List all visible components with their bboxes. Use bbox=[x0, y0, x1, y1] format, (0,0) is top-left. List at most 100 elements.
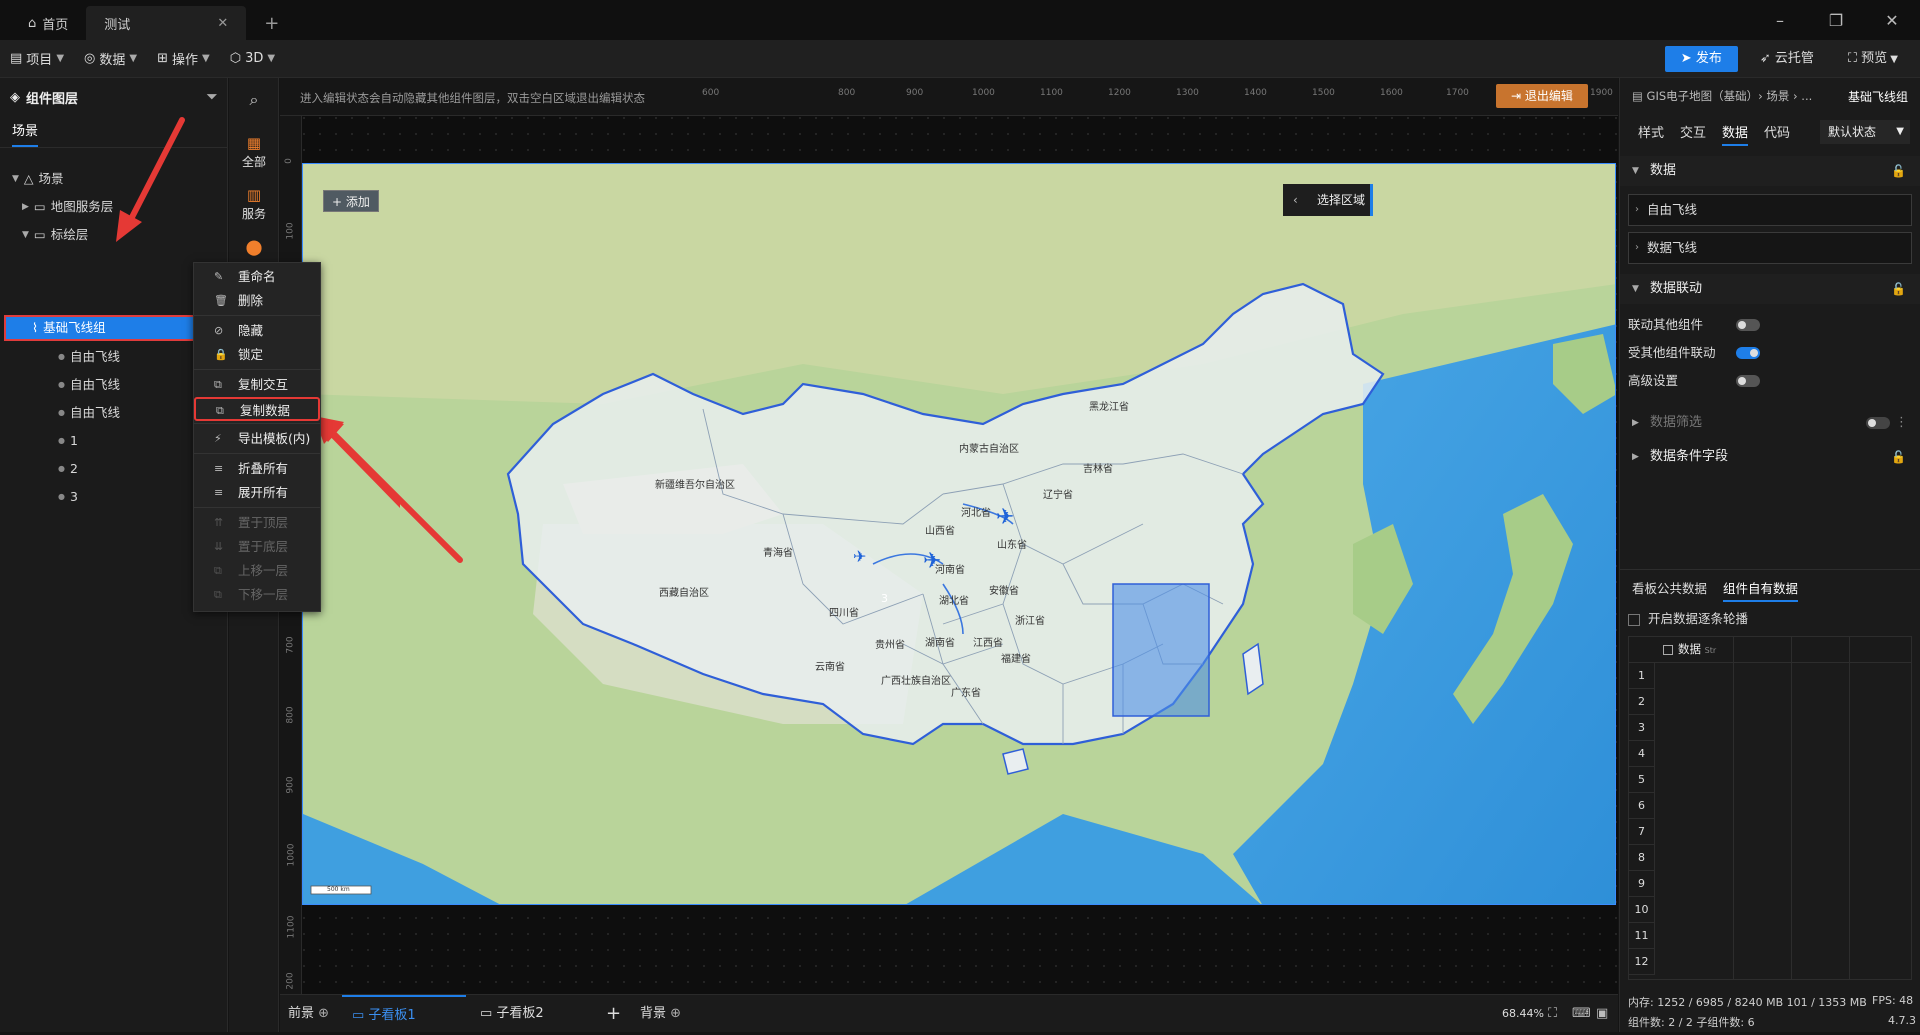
table-row: 10 bbox=[1629, 897, 1655, 923]
menu-item-expand-all[interactable]: ≡ 展开所有 bbox=[194, 481, 320, 505]
table-row: 7 bbox=[1629, 819, 1655, 845]
close-window-icon[interactable]: ✕ bbox=[1864, 11, 1920, 30]
tab-interaction[interactable]: 交互 bbox=[1680, 116, 1706, 146]
property-tabs: 样式 交互 数据 代码 bbox=[1638, 116, 1790, 146]
column-checkbox[interactable] bbox=[1663, 644, 1673, 655]
plane-icon: ✈ bbox=[853, 547, 866, 566]
linked-by-row: 受其他组件联动 bbox=[1628, 340, 1912, 366]
caret-down-icon: ▼ bbox=[1632, 284, 1639, 294]
current-component: 基础飞线组 bbox=[1848, 90, 1909, 104]
state-select[interactable]: 默认状态 ▼ bbox=[1820, 120, 1910, 144]
trash-icon: 🗑 bbox=[214, 294, 228, 307]
table-row: 5 bbox=[1629, 767, 1655, 793]
minimize-icon[interactable]: – bbox=[1752, 11, 1808, 30]
board-tabs-bar: 前景 ⊕ ▭ 子看板1 ▭ 子看板2 + 背景 ⊕ 68.44% ⛶ ⌨ ▣ bbox=[280, 994, 1618, 1032]
province-label: 湖南省 bbox=[925, 638, 955, 649]
list-icon: ≡ bbox=[214, 486, 224, 499]
zoom-level[interactable]: 68.44% bbox=[1502, 995, 1544, 1033]
lock-icon[interactable]: 🔓 bbox=[1891, 156, 1906, 186]
list-icon: ≡ bbox=[214, 462, 224, 475]
advanced-toggle[interactable] bbox=[1736, 375, 1760, 387]
table-row: 12 bbox=[1629, 949, 1655, 975]
menu-item-delete[interactable]: 🗑 删除 bbox=[194, 289, 320, 313]
to-top-icon: ⇈ bbox=[214, 516, 224, 529]
tab-foreground[interactable]: 前景 ⊕ bbox=[288, 995, 329, 1033]
province-label: 山西省 bbox=[925, 526, 955, 537]
menu-item-rename[interactable]: ✎ 重命名 bbox=[194, 265, 320, 289]
menu-item-copy-data[interactable]: ⧉ 复制数据 bbox=[194, 397, 320, 421]
province-label: 河南省 bbox=[935, 565, 965, 576]
carousel-checkbox[interactable] bbox=[1628, 613, 1640, 626]
fullscreen-icon: ⛶ bbox=[1847, 51, 1862, 66]
monitor-icon: ▭ bbox=[352, 1008, 369, 1023]
menu-item-move-down: ⧉ 下移一层 bbox=[194, 583, 320, 607]
lock-icon[interactable]: 🔓 bbox=[1891, 274, 1906, 304]
link-other-toggle[interactable] bbox=[1736, 319, 1760, 331]
advanced-row: 高级设置 bbox=[1628, 368, 1912, 394]
keyboard-icon[interactable]: ⌨ bbox=[1572, 995, 1591, 1033]
chevron-right-icon: › bbox=[1635, 204, 1639, 215]
map-svg: ✈ ✈ ✈ bbox=[303, 164, 1615, 904]
table-row: 3 bbox=[1629, 715, 1655, 741]
more-icon[interactable]: ⋮ bbox=[1895, 408, 1908, 438]
ruler-top: 进入编辑状态会自动隐藏其他组件图层，双击空白区域退出编辑状态 600 800 9… bbox=[280, 78, 1618, 116]
tab-background[interactable]: 背景 ⊕ bbox=[640, 995, 681, 1033]
add-circle-icon[interactable]: ⊕ bbox=[318, 1006, 329, 1021]
move-up-icon: ⧉ bbox=[214, 564, 222, 577]
cloud-button[interactable]: ➶ 云托管 bbox=[1748, 46, 1826, 72]
province-label: 黑龙江省 bbox=[1089, 402, 1129, 413]
lock-icon[interactable]: 🔓 bbox=[1891, 442, 1906, 472]
province-label: 江西省 bbox=[973, 638, 1003, 649]
restore-icon[interactable]: ❐ bbox=[1808, 11, 1864, 30]
tab-sub-board-1[interactable]: ▭ 子看板1 bbox=[342, 995, 466, 1033]
select-area-button[interactable]: ‹ 选择区域 bbox=[1283, 184, 1373, 216]
caret-right-icon: ▶ bbox=[1632, 418, 1639, 428]
fit-screen-icon[interactable]: ⛶ bbox=[1548, 995, 1557, 1033]
tab-code[interactable]: 代码 bbox=[1764, 116, 1790, 146]
menu-item-collapse-all[interactable]: ≡ 折叠所有 bbox=[194, 457, 320, 481]
menu-item-lock[interactable]: 🔒 锁定 bbox=[194, 343, 320, 367]
exit-edit-button[interactable]: ⇥ 退出编辑 bbox=[1496, 84, 1588, 108]
menu-item-export-template[interactable]: ⚡ 导出模板(内) bbox=[194, 427, 320, 451]
tab-sub-board-2[interactable]: ▭ 子看板2 bbox=[480, 995, 544, 1033]
province-label: 贵州省 bbox=[875, 640, 905, 651]
section-data-filter[interactable]: ▶ 数据筛选 ⋮ bbox=[1620, 408, 1920, 438]
province-label: 安徽省 bbox=[989, 586, 1019, 597]
add-circle-icon[interactable]: ⊕ bbox=[670, 1006, 681, 1021]
province-label: 广东省 bbox=[951, 688, 981, 699]
menu-item-bring-to-top: ⇈ 置于顶层 bbox=[194, 511, 320, 535]
gis-map[interactable]: ✈ ✈ ✈ 黑龙江省 内蒙古自治区 吉林省 辽宁省 河北省 山西省 山东省 河南… bbox=[302, 163, 1616, 905]
data-table[interactable]: 数据 Str 1 2 3 4 5 6 7 8 9 10 11 12 bbox=[1628, 636, 1912, 980]
terminal-icon[interactable]: ▣ bbox=[1596, 995, 1608, 1033]
carousel-row: 开启数据逐条轮播 bbox=[1628, 608, 1748, 630]
menu-item-move-up: ⧉ 上移一层 bbox=[194, 559, 320, 583]
province-label: 云南省 bbox=[815, 662, 845, 673]
province-label: 内蒙古自治区 bbox=[959, 444, 1019, 455]
province-label: 广西壮族自治区 bbox=[881, 676, 951, 687]
monitor-icon: ▭ bbox=[480, 1006, 497, 1021]
tab-data[interactable]: 数据 bbox=[1722, 116, 1749, 146]
send-icon: ➤ bbox=[1680, 51, 1696, 66]
data-source-free-flyline[interactable]: › 自由飞线 bbox=[1628, 194, 1912, 226]
table-row: 9 bbox=[1629, 871, 1655, 897]
province-label: 四川省 bbox=[829, 608, 859, 619]
province-label: 新疆维吾尔自治区 bbox=[655, 480, 735, 491]
table-row: 11 bbox=[1629, 923, 1655, 949]
data-source-data-flyline[interactable]: › 数据飞线 bbox=[1628, 232, 1912, 264]
tab-component-own-data[interactable]: 组件自有数据 bbox=[1723, 574, 1799, 602]
linked-by-toggle[interactable] bbox=[1736, 347, 1760, 359]
publish-button[interactable]: ➤ 发布 bbox=[1664, 46, 1738, 72]
province-label: 河北省 bbox=[961, 508, 991, 519]
section-data[interactable]: ▼ 数据 🔓 bbox=[1620, 156, 1920, 186]
column-header-data[interactable]: 数据 Str bbox=[1663, 641, 1716, 657]
tab-style[interactable]: 样式 bbox=[1638, 116, 1664, 146]
filter-toggle[interactable] bbox=[1866, 417, 1890, 429]
section-condition-fields[interactable]: ▶ 数据条件字段 🔓 bbox=[1620, 442, 1920, 472]
add-board-button[interactable]: + bbox=[606, 995, 621, 1033]
menu-item-copy-interaction[interactable]: ⧉ 复制交互 bbox=[194, 373, 320, 397]
menu-item-hide[interactable]: ⊘ 隐藏 bbox=[194, 319, 320, 343]
preview-button[interactable]: ⛶ 预览 ▼ bbox=[1836, 46, 1910, 72]
tab-board-public-data[interactable]: 看板公共数据 bbox=[1632, 574, 1707, 602]
cloud-icon: ➶ bbox=[1759, 51, 1775, 66]
section-data-linkage[interactable]: ▼ 数据联动 🔓 bbox=[1620, 274, 1920, 304]
